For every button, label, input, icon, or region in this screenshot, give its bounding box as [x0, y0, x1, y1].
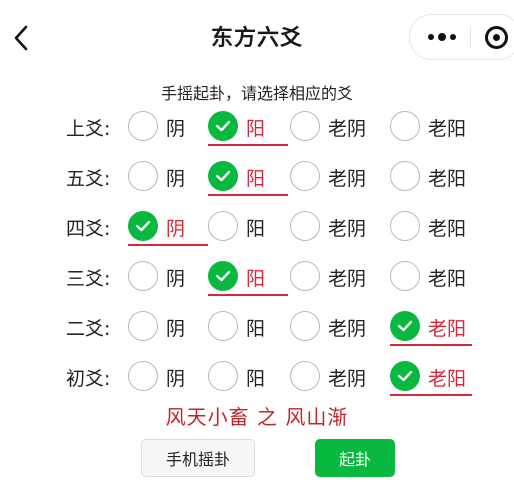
yao-row: 三爻: 阴 阳 老阴 老阳	[0, 253, 514, 303]
yao-option-label: 阳	[246, 118, 266, 140]
checkmark-icon	[215, 120, 231, 132]
selection-underline	[390, 394, 472, 396]
navbar: 东方六爻	[0, 0, 514, 72]
checkmark-icon	[397, 370, 413, 382]
radio-unchecked-icon	[390, 211, 420, 241]
yao-row: 上爻: 阴 阳 老阴 老阳	[0, 103, 514, 153]
yao-option-label: 老阳	[428, 318, 467, 340]
radio-unchecked-icon	[290, 261, 320, 291]
yao-option-label: 阴	[166, 218, 186, 240]
yao-option-label: 老阴	[328, 168, 367, 190]
radio-unchecked-icon	[390, 261, 420, 291]
radio-checked-icon	[208, 261, 238, 291]
capsule-divider	[470, 27, 471, 47]
radio-unchecked-icon	[290, 211, 320, 241]
radio-unchecked-icon	[128, 161, 158, 191]
yao-option-label: 阳	[246, 218, 266, 240]
selection-underline	[208, 194, 288, 196]
yao-option-label: 老阳	[428, 268, 467, 290]
radio-unchecked-icon	[128, 361, 158, 391]
yao-option-label: 阴	[166, 168, 186, 190]
phone-shake-button[interactable]: 手机摇卦	[141, 439, 255, 477]
yao-selection-list: 上爻: 阴阳老阴 老阳 五爻: 阴阳老阴 老阳 四爻: 阴阳老阴 老阳 三爻: 阴阳老阴 老阳 二爻: 阴…	[0, 103, 514, 403]
yao-row-label: 初爻:	[66, 368, 111, 390]
yao-option-label: 阳	[246, 368, 266, 390]
yao-option-label: 老阳	[428, 168, 467, 190]
radio-unchecked-icon	[208, 361, 238, 391]
more-button[interactable]	[420, 23, 464, 51]
selection-underline	[390, 344, 472, 346]
radio-unchecked-icon	[390, 161, 420, 191]
yao-option-label: 阳	[246, 168, 266, 190]
checkmark-icon	[215, 170, 231, 182]
yao-option-label: 老阳	[428, 368, 467, 390]
selection-underline	[128, 244, 208, 246]
yao-row: 五爻: 阴 阳 老阴 老阳	[0, 153, 514, 203]
radio-unchecked-icon	[290, 161, 320, 191]
radio-checked-icon	[128, 211, 158, 241]
miniprogram-close-icon	[484, 25, 508, 49]
more-dots-icon	[426, 33, 458, 41]
radio-unchecked-icon	[128, 111, 158, 141]
radio-checked-icon	[208, 161, 238, 191]
checkmark-icon	[397, 320, 413, 332]
selection-underline	[208, 294, 288, 296]
yao-row-label: 二爻:	[66, 318, 111, 340]
radio-checked-icon	[208, 111, 238, 141]
capsule-menu	[409, 14, 514, 60]
yao-row-label: 四爻:	[66, 218, 111, 240]
radio-unchecked-icon	[290, 311, 320, 341]
radio-unchecked-icon	[208, 211, 238, 241]
selection-underline	[208, 144, 288, 146]
radio-checked-icon	[390, 311, 420, 341]
yao-option-label: 老阳	[428, 118, 467, 140]
start-divination-button[interactable]: 起卦	[315, 439, 395, 477]
yao-option-label: 老阴	[328, 318, 367, 340]
yao-row-label: 上爻:	[66, 118, 111, 140]
yao-option-label: 老阴	[328, 218, 367, 240]
yao-option-label: 老阳	[428, 218, 467, 240]
yao-option-label: 老阴	[328, 368, 367, 390]
hexagram-result: 风天小畜 之 风山渐	[165, 405, 349, 429]
yao-option-label: 阴	[166, 268, 186, 290]
yao-option-label: 阴	[166, 368, 186, 390]
radio-unchecked-icon	[128, 261, 158, 291]
radio-checked-icon	[390, 361, 420, 391]
yao-option-label: 老阴	[328, 118, 367, 140]
radio-unchecked-icon	[208, 311, 238, 341]
yao-option-label: 老阴	[328, 268, 367, 290]
yao-row-label: 三爻:	[66, 268, 111, 290]
radio-unchecked-icon	[128, 311, 158, 341]
instruction-text: 手摇起卦，请选择相应的爻	[160, 84, 353, 103]
yao-row: 初爻: 阴 阳 老阴 老阳	[0, 353, 514, 403]
yao-option-label: 阳	[246, 268, 266, 290]
close-button[interactable]	[482, 23, 510, 51]
radio-unchecked-icon	[390, 111, 420, 141]
yao-option-label: 阴	[166, 118, 186, 140]
radio-unchecked-icon	[290, 361, 320, 391]
radio-unchecked-icon	[290, 111, 320, 141]
yao-row: 四爻: 阴 阳 老阴 老阳	[0, 203, 514, 253]
checkmark-icon	[215, 270, 231, 282]
checkmark-icon	[135, 220, 151, 232]
yao-row: 二爻: 阴 阳 老阴 老阳	[0, 303, 514, 353]
yao-row-label: 五爻:	[66, 168, 111, 190]
yao-option-label: 阴	[166, 318, 186, 340]
yao-option-label: 阳	[246, 318, 266, 340]
